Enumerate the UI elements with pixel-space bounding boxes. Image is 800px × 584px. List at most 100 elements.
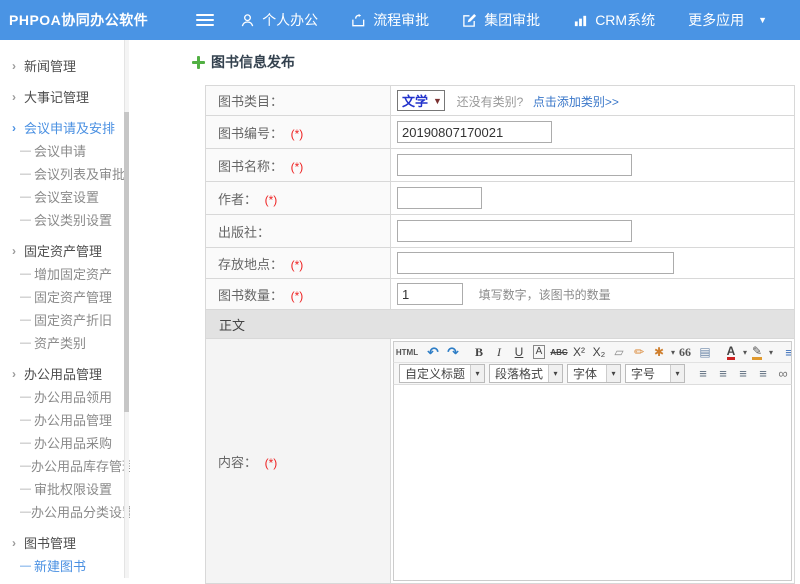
dash-icon: —: [20, 460, 31, 472]
category-selected-value: 文学: [402, 91, 428, 110]
book-name-input[interactable]: [397, 154, 632, 176]
hamburger-menu-icon[interactable]: [196, 11, 214, 29]
sidebar-item-meeting-category-setting[interactable]: — 会议类别设置: [0, 208, 130, 231]
ordered-list-icon[interactable]: ≡: [780, 343, 792, 361]
book-name-label: 图书名称：: [218, 159, 283, 174]
nav-group-approval[interactable]: 集团审批: [462, 10, 540, 30]
format-brush-icon[interactable]: ✏: [630, 343, 648, 361]
author-label: 作者：: [218, 192, 257, 207]
sidebar-item-label: 办公用品管理: [24, 364, 102, 383]
dash-icon: —: [20, 191, 34, 203]
user-icon: [240, 13, 255, 28]
autoformat-icon[interactable]: A: [533, 345, 546, 359]
chevron-right-icon: ›: [12, 367, 24, 381]
italic-button[interactable]: I: [490, 343, 508, 361]
font-size-select[interactable]: 字号 ▾: [625, 364, 685, 383]
sidebar: › 新闻管理 › 大事记管理 › 会议申请及安排 — 会议申请 — 会议列表及审…: [0, 40, 130, 578]
publisher-input[interactable]: [397, 220, 632, 242]
add-category-link[interactable]: 点击添加类别>>: [533, 95, 619, 109]
blockquote-icon[interactable]: 66: [676, 343, 694, 361]
font-family-select[interactable]: 字体 ▾: [567, 364, 621, 383]
sidebar-item-supplies-inventory[interactable]: — 办公用品库存管理: [0, 454, 130, 477]
sidebar-item-fixed-assets-mgmt[interactable]: › 固定资产管理: [0, 239, 130, 262]
sidebar-item-label: 办公用品采购: [34, 433, 112, 452]
paste-text-icon[interactable]: ▤: [696, 343, 714, 361]
bold-button[interactable]: B: [470, 343, 488, 361]
html-source-button[interactable]: HTML: [398, 343, 416, 361]
sidebar-item-meeting-apply-group[interactable]: › 会议申请及安排: [0, 116, 130, 139]
chevron-down-icon: ▾: [606, 365, 620, 382]
sidebar-item-meeting-apply[interactable]: — 会议申请: [0, 139, 130, 162]
nav-personal-office[interactable]: 个人办公: [240, 10, 318, 30]
align-justify-icon[interactable]: ≡: [754, 365, 772, 383]
sidebar-item-label: 会议室设置: [34, 187, 99, 206]
chevron-down-icon: ▼: [433, 96, 442, 106]
paragraph-format-select[interactable]: 段落格式 ▾: [489, 364, 563, 383]
publisher-label: 出版社：: [218, 225, 270, 240]
quantity-hint: 填写数字，该图书的数量: [479, 288, 611, 302]
sidebar-item-office-supplies-mgmt[interactable]: › 办公用品管理: [0, 362, 130, 385]
subscript-icon[interactable]: X₂: [590, 343, 608, 361]
edit-square-icon: [462, 13, 477, 28]
sidebar-item-asset-category[interactable]: — 资产类别: [0, 331, 130, 354]
dash-icon: —: [20, 506, 31, 518]
align-center-icon[interactable]: ≡: [714, 365, 732, 383]
dash-icon: —: [20, 291, 34, 303]
nav-crm-system[interactable]: CRM系统: [573, 10, 655, 30]
dash-icon: —: [20, 145, 34, 157]
sidebar-item-label: 审批权限设置: [34, 479, 112, 498]
sidebar-item-memorabilia-mgmt[interactable]: › 大事记管理: [0, 85, 130, 108]
location-input[interactable]: [397, 252, 674, 274]
chevron-right-icon: ›: [12, 536, 24, 550]
sidebar-item-supplies-purchase[interactable]: — 办公用品采购: [0, 431, 130, 454]
chevron-down-icon: ▾: [670, 365, 684, 382]
sidebar-item-books-mgmt-group[interactable]: › 图书管理: [0, 531, 130, 554]
palette-icon[interactable]: ✱: [650, 343, 668, 361]
author-input[interactable]: [397, 187, 482, 209]
sidebar-item-fixed-asset-mgmt[interactable]: — 固定资产管理: [0, 285, 130, 308]
undo-icon[interactable]: ↶: [424, 343, 442, 361]
sidebar-item-label: 资产类别: [34, 333, 86, 352]
category-select[interactable]: 文学 ▼: [397, 90, 445, 111]
select-value: 段落格式: [490, 365, 548, 382]
sidebar-item-new-book[interactable]: — 新建图书: [0, 554, 130, 577]
align-left-icon[interactable]: ≡: [694, 365, 712, 383]
dash-icon: —: [20, 314, 34, 326]
font-color-icon[interactable]: A: [727, 345, 736, 360]
sidebar-item-supplies-category[interactable]: — 办公用品分类设置: [0, 500, 130, 523]
book-no-label: 图书编号：: [218, 126, 283, 141]
editor-content-area[interactable]: [393, 384, 792, 581]
quantity-input[interactable]: [397, 283, 463, 305]
eraser-icon[interactable]: ▱: [610, 343, 628, 361]
sidebar-item-meeting-room-setting[interactable]: — 会议室设置: [0, 185, 130, 208]
nav-process-approval[interactable]: 流程审批: [351, 10, 429, 30]
chevron-down-icon: ▾: [769, 348, 773, 357]
sidebar-item-add-fixed-asset[interactable]: — 增加固定资产: [0, 262, 130, 285]
custom-title-select[interactable]: 自定义标题 ▾: [399, 364, 485, 383]
editor-toolbar-row1: HTML ↶ ↷ B I U A ABC X² X₂ ▱ ✏: [393, 341, 792, 362]
sidebar-item-fixed-asset-depreciation[interactable]: — 固定资产折旧: [0, 308, 130, 331]
sidebar-scrollbar-thumb[interactable]: [124, 112, 129, 412]
underline-button[interactable]: U: [510, 343, 528, 361]
sidebar-item-meeting-list-approval[interactable]: — 会议列表及审批: [0, 162, 130, 185]
sidebar-item-label: 办公用品领用: [34, 387, 112, 406]
sidebar-item-supplies-mgmt[interactable]: — 办公用品管理: [0, 408, 130, 431]
dash-icon: —: [20, 168, 34, 180]
link-icon[interactable]: ∞: [774, 365, 792, 383]
redo-icon[interactable]: ↷: [444, 343, 462, 361]
highlight-color-icon[interactable]: ✎: [752, 345, 762, 360]
nav-more-apps[interactable]: 更多应用 ▼: [688, 10, 767, 30]
strikethrough-icon[interactable]: ABC: [550, 343, 568, 361]
dash-icon: —: [20, 437, 34, 449]
sidebar-item-label: 办公用品库存管理: [31, 456, 130, 475]
dash-icon: —: [20, 483, 34, 495]
align-right-icon[interactable]: ≡: [734, 365, 752, 383]
book-no-input[interactable]: [397, 121, 552, 143]
required-mark: (*): [291, 258, 304, 272]
sidebar-item-news-mgmt[interactable]: › 新闻管理: [0, 54, 130, 77]
sidebar-item-approval-permission[interactable]: — 审批权限设置: [0, 477, 130, 500]
sidebar-item-label: 新建图书: [34, 556, 86, 575]
sidebar-item-supplies-claim[interactable]: — 办公用品领用: [0, 385, 130, 408]
nav-label: 流程审批: [373, 10, 429, 30]
superscript-icon[interactable]: X²: [570, 343, 588, 361]
